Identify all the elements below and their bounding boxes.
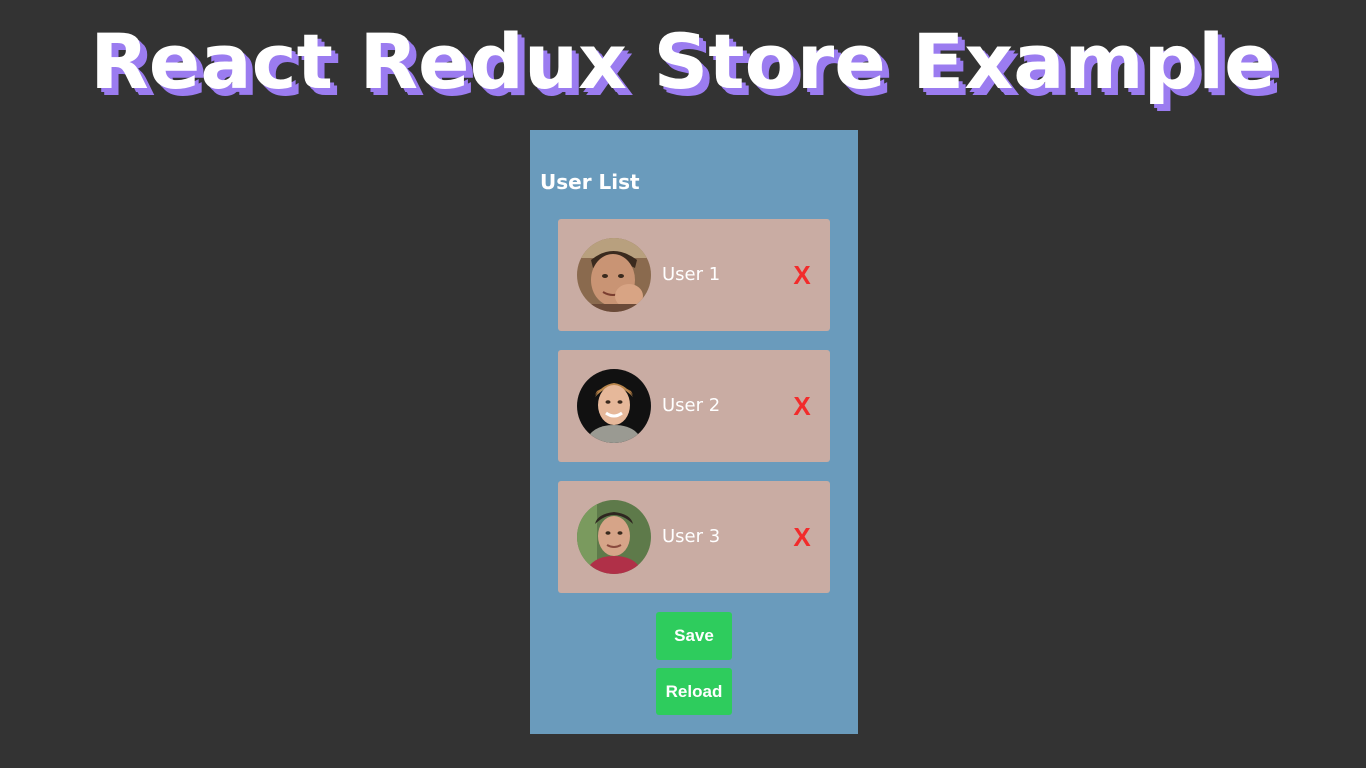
remove-user-button[interactable]: X bbox=[790, 259, 814, 291]
user-list-panel: User List User 1 X User 2 X User 3 X Sav… bbox=[530, 130, 858, 734]
user-card: User 1 X bbox=[558, 219, 830, 331]
user-card: User 2 X bbox=[558, 350, 830, 462]
reload-button[interactable]: Reload bbox=[656, 668, 732, 715]
page-heading: React Redux Store Example bbox=[90, 17, 1276, 106]
user-name: User 3 bbox=[662, 526, 721, 547]
user-name: User 1 bbox=[662, 264, 721, 285]
user-list: User 1 X User 2 X User 3 X bbox=[558, 219, 830, 612]
user-list-title: User List bbox=[540, 170, 640, 194]
user-name: User 2 bbox=[662, 395, 721, 416]
remove-user-button[interactable]: X bbox=[790, 521, 814, 553]
user-avatar bbox=[577, 238, 651, 312]
remove-user-button[interactable]: X bbox=[790, 390, 814, 422]
user-card: User 3 X bbox=[558, 481, 830, 593]
user-avatar bbox=[577, 369, 651, 443]
save-button[interactable]: Save bbox=[656, 612, 732, 660]
user-avatar bbox=[577, 500, 651, 574]
